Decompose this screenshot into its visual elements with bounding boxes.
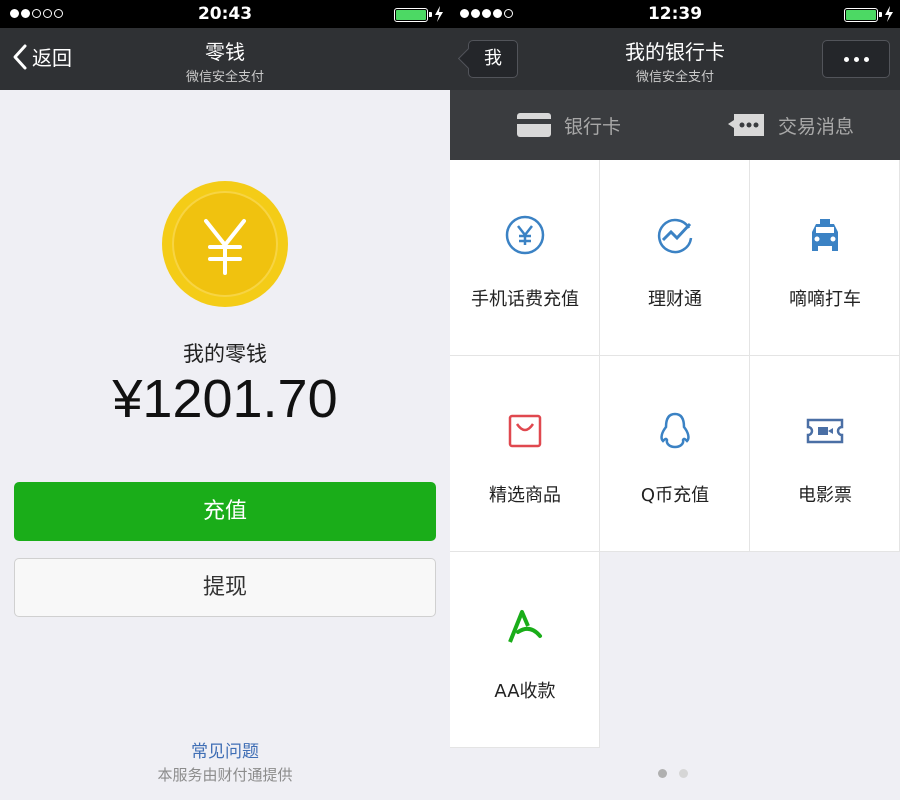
service-label: 电影票 <box>798 485 852 506</box>
shopping-bag-icon <box>508 414 542 448</box>
balance-label: 我的零钱 <box>183 342 267 366</box>
wallet-change-screen: 20:43 返回 零钱 微信安全支付 我的零钱 ¥1201.70 充值 提现 常… <box>0 0 450 800</box>
page-subtitle: 微信安全支付 <box>185 70 264 85</box>
faq-link[interactable]: 常见问题 <box>0 737 450 762</box>
tab-label: 银行卡 <box>564 115 622 138</box>
service-phone-recharge[interactable]: 手机话费充值 <box>450 160 600 356</box>
withdraw-button[interactable]: 提现 <box>14 558 436 617</box>
aa-icon <box>508 610 542 643</box>
battery-icon <box>844 8 882 22</box>
service-movie-ticket[interactable]: 电影票 <box>750 356 900 552</box>
balance-amount: ¥1201.70 <box>112 369 338 429</box>
bank-cards-screen: 12:39 我 我的银行卡 微信安全支付 银行卡 交易消息 手机话费充值 理财通… <box>450 0 900 800</box>
service-label: Q币充值 <box>640 485 710 506</box>
recharge-button[interactable]: 充值 <box>14 482 436 541</box>
nav-bar: 返回 零钱 微信安全支付 <box>0 28 450 90</box>
more-button[interactable] <box>822 40 890 78</box>
page-title: 零钱 <box>205 40 245 64</box>
ticket-icon <box>806 418 844 444</box>
tab-bar: 银行卡 交易消息 <box>450 90 900 160</box>
penguin-icon <box>660 412 690 449</box>
battery-icon <box>394 8 432 22</box>
yuan-symbol-icon <box>204 219 246 275</box>
more-icon <box>843 56 849 62</box>
page-indicator <box>658 769 688 778</box>
service-qcoin-recharge[interactable]: Q币充值 <box>600 356 750 552</box>
service-didi-taxi[interactable]: 嘀嘀打车 <box>750 160 900 356</box>
charging-icon <box>885 6 893 22</box>
service-wealth[interactable]: 理财通 <box>600 160 750 356</box>
service-label: 精选商品 <box>489 485 561 506</box>
charging-icon <box>435 6 443 22</box>
nav-bar: 我 我的银行卡 微信安全支付 <box>450 28 900 90</box>
service-aa-collection[interactable]: AA收款 <box>450 552 600 748</box>
tab-transaction-messages[interactable]: 交易消息 <box>726 90 854 160</box>
provider-text: 本服务由财付通提供 <box>157 766 293 784</box>
status-bar: 12:39 <box>450 0 900 28</box>
status-bar: 20:43 <box>0 0 450 28</box>
page-dot-active <box>658 769 667 778</box>
trend-icon <box>657 218 693 254</box>
service-label: 嘀嘀打车 <box>789 289 861 310</box>
card-icon <box>517 113 551 137</box>
tab-bank-card[interactable]: 银行卡 <box>516 90 621 160</box>
service-label: AA收款 <box>494 681 556 702</box>
message-icon <box>728 114 764 136</box>
service-label: 手机话费充值 <box>471 289 579 310</box>
service-featured-goods[interactable]: 精选商品 <box>450 356 600 552</box>
status-time: 20:43 <box>197 4 253 24</box>
coin-icon <box>162 181 288 307</box>
status-time: 12:39 <box>647 4 703 24</box>
taxi-icon <box>812 219 838 251</box>
yuan-circle-icon <box>505 215 545 255</box>
service-label: 理财通 <box>648 289 702 310</box>
page-dot <box>679 769 688 778</box>
tab-label: 交易消息 <box>778 115 855 138</box>
